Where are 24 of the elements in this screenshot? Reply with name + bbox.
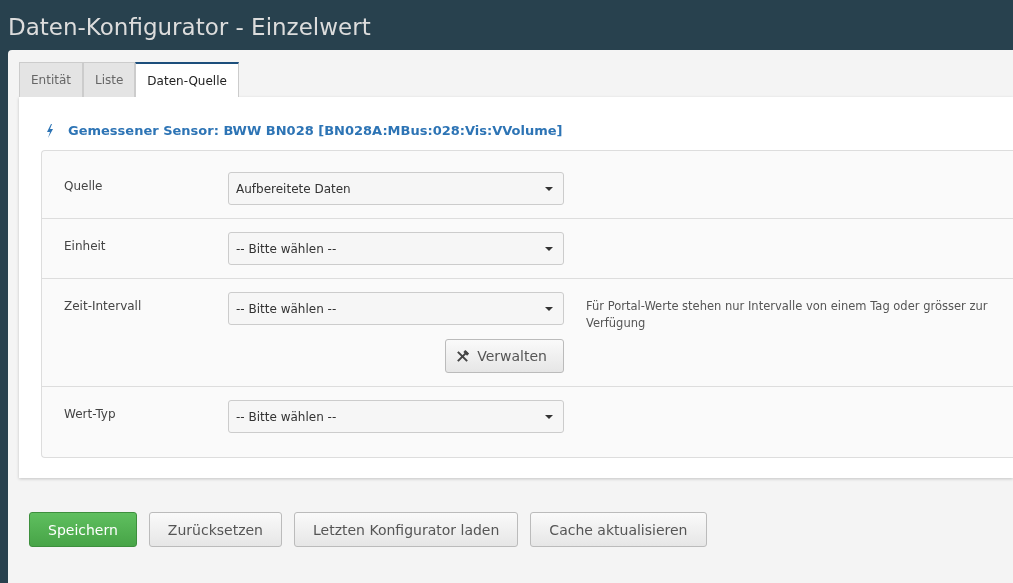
tab[interactable]: Daten-Quelle — [135, 62, 239, 97]
tab[interactable]: Liste — [83, 62, 136, 97]
field-label: Zeit-Intervall — [64, 298, 143, 313]
field-label: Einheit — [64, 238, 107, 253]
help-text: Für Portal-Werte stehen nur Intervalle von einem Tag oder grösser zur Verfügung — [586, 298, 989, 332]
tools-icon — [456, 349, 470, 363]
manage-button[interactable]: Verwalten — [445, 339, 564, 373]
dropdown[interactable]: -- Bitte wählen -- — [228, 292, 564, 325]
dropdown[interactable]: Aufbereitete Daten — [228, 172, 564, 205]
tab[interactable]: Entität — [19, 62, 83, 97]
action-button[interactable]: Zurücksetzen — [148, 512, 282, 547]
caret-icon — [545, 186, 553, 191]
dialog-title: Daten-Konfigurator - Einzelwert — [7, 13, 372, 38]
caret-icon — [545, 414, 553, 419]
action-button[interactable]: Letzten Konfigurator laden — [294, 512, 519, 547]
sensor-heading: Gemessener Sensor: BWW BN028 [BN028A:MBus:028:Vis:VVolume] — [68, 123, 563, 138]
action-button[interactable]: Cache aktualisieren — [530, 512, 707, 547]
lightning-icon — [46, 123, 54, 138]
field-label: Quelle — [64, 178, 104, 193]
field-label: Wert-Typ — [64, 406, 117, 421]
caret-icon — [545, 246, 553, 251]
caret-icon — [545, 306, 553, 311]
dropdown[interactable]: -- Bitte wählen -- — [228, 232, 564, 265]
dropdown[interactable]: -- Bitte wählen -- — [228, 400, 564, 433]
